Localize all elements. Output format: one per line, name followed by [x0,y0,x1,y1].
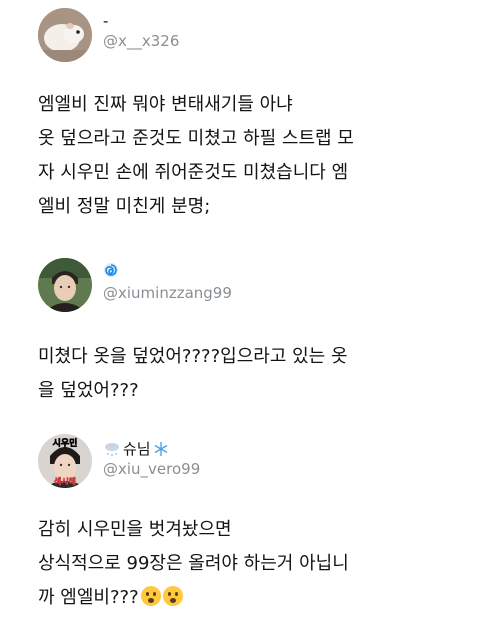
tweet-line: 을 덮었어??? [38,380,139,401]
astonished-face-icon [162,586,183,606]
tweet-last-line: 까 엠엘비??? [38,581,458,615]
display-name[interactable]: 슈님 [123,438,151,459]
avatar-caption-bottom: 섹시해 [54,476,76,486]
user-handle[interactable]: @x__x326 [103,32,179,50]
tweet-line: 엠엘비 진짜 뭐야 변태새기들 아냐 [38,94,293,115]
hamster-avatar-icon[interactable] [38,8,92,62]
snow-cloud-icon [103,441,121,457]
tweet-line: 엘비 정말 미친게 분명; [38,196,211,217]
person-avatar-icon[interactable] [38,258,92,312]
tweet-text: 엠엘비 진짜 뭐야 변태새기들 아냐 옷 덮으라고 준것도 미쳤고 하필 스트랩… [38,88,458,224]
avatar-caption-top: 시우민 [53,437,78,449]
tweet-line: 옷 덮으라고 준것도 미쳤고 하필 스트랩 모 [38,128,354,149]
xiumin-avatar-icon[interactable]: 시우민 섹시해 [38,434,92,488]
tweet-line: 감히 시우민을 벗겨놨으면 [38,519,232,540]
display-name[interactable]: - [103,12,108,30]
tweet-text: 미쳤다 옷을 덮었어????입으라고 있는 옷 을 덮었어??? [38,340,458,408]
tweet-line: 자 시우민 손에 쥐어준것도 미쳤습니다 엠 [38,162,349,183]
tweet-line: 까 엠엘비??? [38,587,139,608]
tweet-text: 감히 시우민을 벗겨놨으면 상식적으로 99장은 올려야 하는거 아닙니 까 엠… [38,513,458,615]
tweet-line: 상식적으로 99장은 올려야 하는거 아닙니 [38,553,349,574]
user-handle[interactable]: @xiuminzzang99 [103,284,232,302]
astonished-face-icon [140,586,161,606]
swirl-icon [103,262,119,282]
tweet-line: 미쳤다 옷을 덮었어????입으라고 있는 옷 [38,346,348,367]
user-handle[interactable]: @xiu_vero99 [103,460,200,478]
snowflake-icon [153,441,169,457]
display-name-row: 슈님 [103,438,169,459]
